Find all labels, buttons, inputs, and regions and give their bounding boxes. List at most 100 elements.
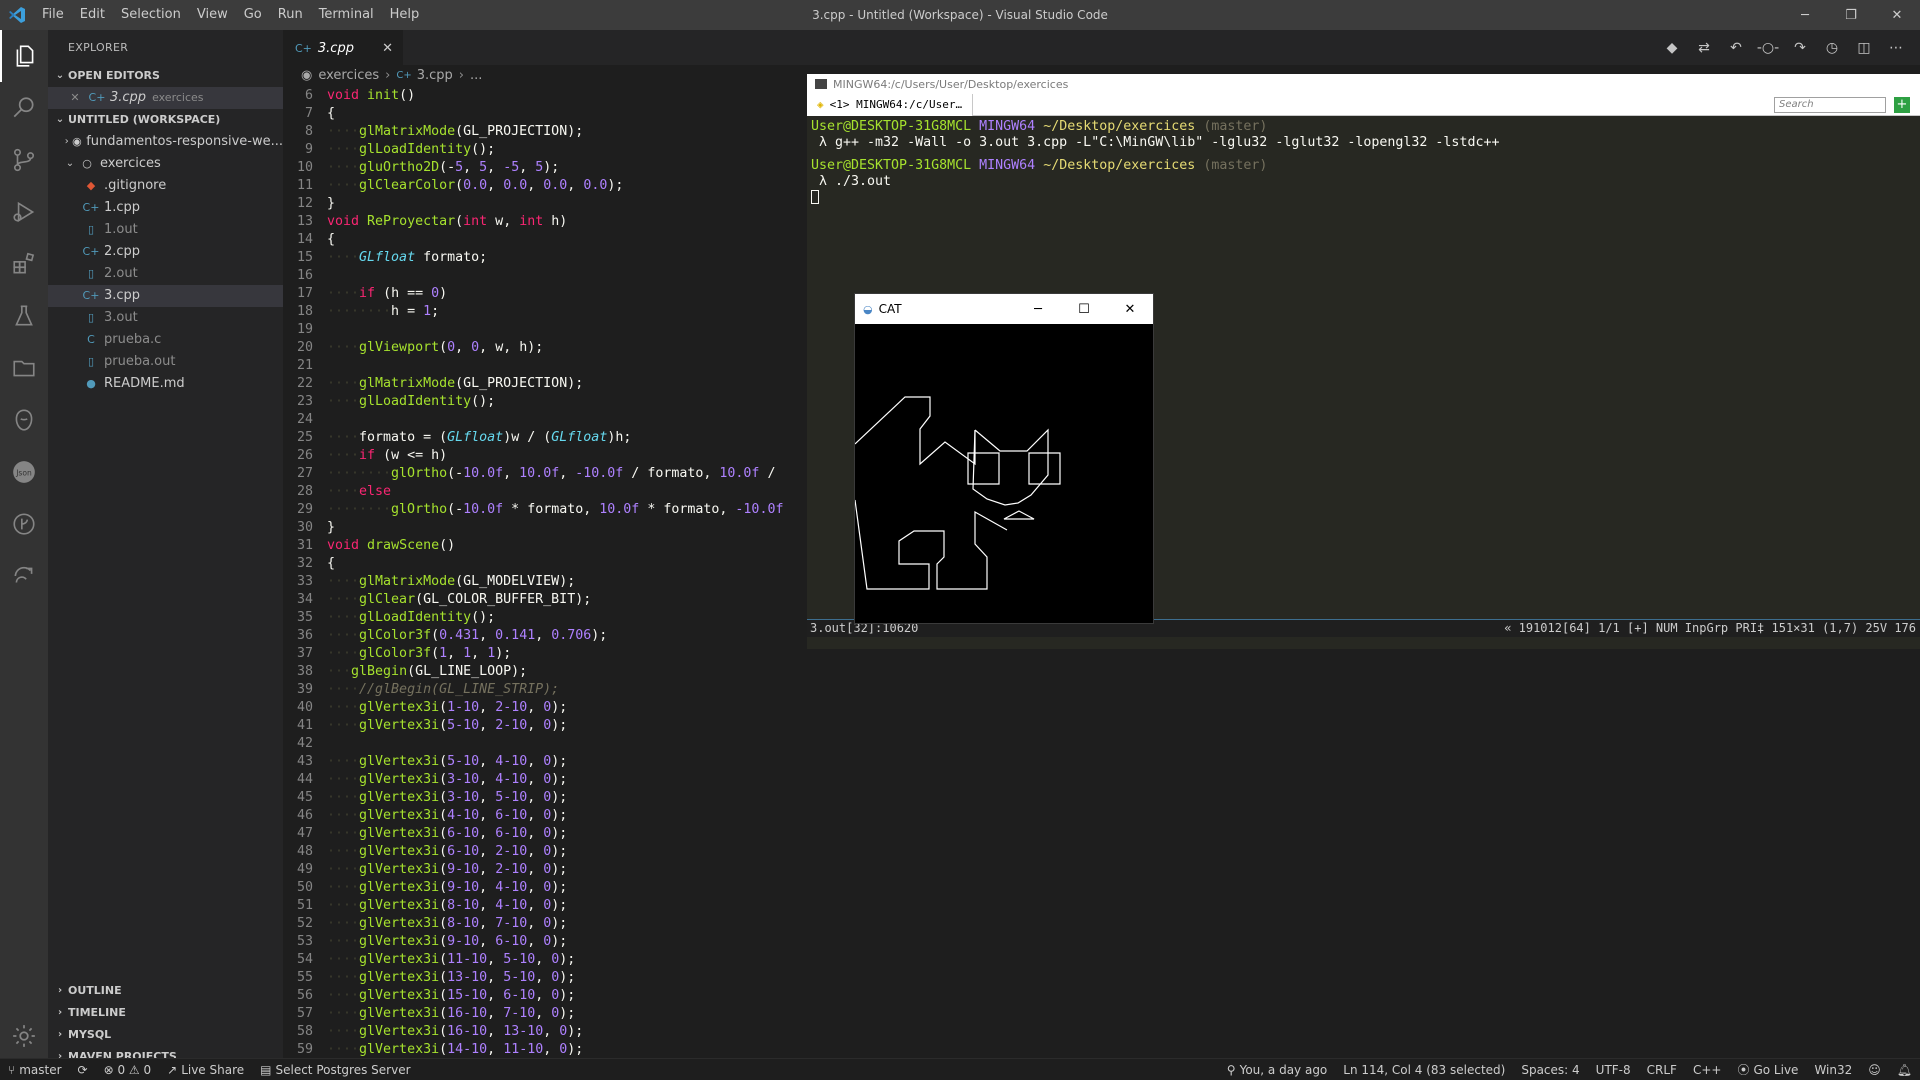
- minimize-button[interactable]: ─: [1015, 294, 1061, 324]
- line-source: ····formato = (GLfloat)w / (GLfloat)h;: [327, 430, 632, 445]
- encoding[interactable]: UTF-8: [1588, 1061, 1639, 1078]
- json-icon[interactable]: Json: [0, 446, 48, 498]
- live-share-button[interactable]: ↗ Live Share: [159, 1063, 252, 1077]
- git-graph-icon[interactable]: [0, 498, 48, 550]
- cursor-position[interactable]: Ln 114, Col 4 (83 selected): [1335, 1061, 1513, 1078]
- tree-item-gitignore[interactable]: ◆ .gitignore: [48, 175, 283, 197]
- outline-section[interactable]: › OUTLINE: [48, 980, 283, 1002]
- indentation[interactable]: Spaces: 4: [1513, 1061, 1587, 1078]
- open-editors-section[interactable]: ⌄ OPEN EDITORS: [48, 65, 283, 87]
- git-blame[interactable]: ⚲ You, a day ago: [1219, 1061, 1335, 1078]
- tree-item-pruebac[interactable]: C prueba.c: [48, 329, 283, 351]
- cpp-icon: C+: [82, 245, 100, 258]
- platform[interactable]: Win32: [1806, 1061, 1860, 1078]
- end-of-line[interactable]: CRLF: [1639, 1061, 1685, 1078]
- maximize-button[interactable]: ☐: [1061, 294, 1107, 324]
- tree-item-1out[interactable]: ▯ 1.out: [48, 219, 283, 241]
- menu-go[interactable]: Go: [236, 0, 270, 30]
- lambda-icon: ◈: [817, 98, 824, 111]
- mysql-section[interactable]: › MYSQL: [48, 1024, 283, 1046]
- menu-file[interactable]: File: [34, 0, 72, 30]
- sync-icon[interactable]: ⟳: [70, 1063, 96, 1077]
- diamond-icon[interactable]: ◆: [1656, 40, 1688, 56]
- compare-icon[interactable]: ⇄: [1688, 40, 1720, 56]
- testing-icon[interactable]: [0, 290, 48, 342]
- split-editor-icon[interactable]: ◫: [1848, 40, 1880, 56]
- line-number: 35: [296, 610, 313, 625]
- tree-item-1cpp[interactable]: C+ 1.cpp: [48, 197, 283, 219]
- explorer-icon[interactable]: [0, 30, 48, 82]
- line-number: 12: [296, 196, 313, 211]
- extensions-icon[interactable]: [0, 238, 48, 290]
- tree-item-3cpp[interactable]: C+ 3.cpp: [48, 285, 283, 307]
- bell-icon[interactable]: 🔔︎: [1889, 1061, 1920, 1078]
- branch-indicator[interactable]: ⑂ master: [0, 1063, 70, 1077]
- go-back-icon[interactable]: ↶: [1720, 40, 1752, 56]
- close-window-button[interactable]: ✕: [1874, 0, 1920, 30]
- timeline-section[interactable]: › TIMELINE: [48, 1002, 283, 1024]
- commit-icon[interactable]: -○-: [1752, 40, 1784, 56]
- tree-item-2cpp[interactable]: C+ 2.cpp: [48, 241, 283, 263]
- close-icon[interactable]: ✕: [382, 41, 393, 56]
- remote-explorer-icon[interactable]: [0, 342, 48, 394]
- problems-indicator[interactable]: ⊗ 0 ⚠ 0: [96, 1063, 160, 1077]
- terminal-search-input[interactable]: Search: [1774, 97, 1886, 113]
- code-line: 34 ····glClear(GL_COLOR_BUFFER_BIT);: [283, 591, 803, 609]
- close-window-button[interactable]: ✕: [1107, 294, 1153, 324]
- code-line: 15 ····GLfloat formato;: [283, 249, 803, 267]
- menu-run[interactable]: Run: [270, 0, 311, 30]
- cpp-icon: C+: [295, 41, 312, 55]
- minimize-button[interactable]: ─: [1782, 0, 1828, 30]
- tab-3cpp[interactable]: C+ 3.cpp ✕: [283, 30, 403, 65]
- source-control-icon[interactable]: [0, 134, 48, 186]
- new-console-button[interactable]: +: [1894, 97, 1910, 113]
- menu-help[interactable]: Help: [382, 0, 428, 30]
- code-line: 10 ····gluOrtho2D(-5, 5, -5, 5);: [283, 159, 803, 177]
- tree-item-2out[interactable]: ▯ 2.out: [48, 263, 283, 285]
- code-line: 13 void ReProyectar(int w, int h): [283, 213, 803, 231]
- command-line: λ ./3.out: [811, 174, 892, 189]
- chevron-right-icon: ›: [64, 136, 69, 147]
- code-line: 8 ····glMatrixMode(GL_PROJECTION);: [283, 123, 803, 141]
- gear-icon[interactable]: [0, 1010, 48, 1062]
- code-line: 32 {: [283, 555, 803, 573]
- go-forward-icon[interactable]: ↷: [1784, 40, 1816, 56]
- tree-item-3out[interactable]: ▯ 3.out: [48, 307, 283, 329]
- prompt-user: User@DESKTOP-31G8MCL: [811, 119, 972, 134]
- workspace-section[interactable]: ⌄ UNTITLED (WORKSPACE): [48, 109, 283, 131]
- line-source: ····glVertex3i(15-10, 6-10, 0);: [327, 988, 576, 1003]
- more-actions-icon[interactable]: ⋯: [1880, 40, 1912, 56]
- live-share-icon[interactable]: [0, 550, 48, 602]
- terminal-tab[interactable]: ◈ <1> MINGW64:/c/User…: [807, 93, 974, 116]
- breadcrumb-file[interactable]: 3.cpp: [417, 65, 453, 87]
- feedback-icon[interactable]: ☺: [1860, 1061, 1889, 1078]
- close-icon[interactable]: ✕: [66, 87, 84, 109]
- open-editors-label: OPEN EDITORS: [68, 69, 160, 82]
- breadcrumb-folder[interactable]: exercices: [318, 65, 379, 87]
- menu-view[interactable]: View: [189, 0, 236, 30]
- menu-selection[interactable]: Selection: [113, 0, 189, 30]
- code-editor[interactable]: 6 void init() 7{8 ····glMatrixMode(GL_PROJE…: [283, 87, 803, 1068]
- language-mode[interactable]: C++: [1685, 1061, 1730, 1078]
- title-bar: File Edit Selection View Go Run Terminal…: [0, 0, 1920, 30]
- tree-item-fundamentos[interactable]: › ◉ fundamentos-responsive-we...: [48, 131, 283, 153]
- tree-item-pruebaout[interactable]: ▯ prueba.out: [48, 351, 283, 373]
- postgres-server-button[interactable]: ▤ Select Postgres Server: [252, 1063, 418, 1077]
- restore-button[interactable]: ❐: [1828, 0, 1874, 30]
- line-number: 19: [296, 322, 313, 337]
- menu-edit[interactable]: Edit: [72, 0, 113, 30]
- tree-item-readme[interactable]: ● README.md: [48, 373, 283, 395]
- run-debug-icon[interactable]: [0, 186, 48, 238]
- cat-window[interactable]: ◒ CAT ─ ☐ ✕: [854, 293, 1154, 624]
- search-icon[interactable]: [0, 82, 48, 134]
- line-source: }: [327, 196, 336, 211]
- menu-terminal[interactable]: Terminal: [311, 0, 382, 30]
- database-icon[interactable]: [0, 394, 48, 446]
- timeline-icon[interactable]: ◷: [1816, 40, 1848, 56]
- line-number: 13: [296, 214, 313, 229]
- tree-item-exercices[interactable]: ⌄ ○ exercices: [48, 153, 283, 175]
- go-live-button[interactable]: ⦿ Go Live: [1729, 1061, 1806, 1078]
- open-editor-item[interactable]: ✕ C+ 3.cpp exercices: [48, 87, 283, 109]
- breadcrumb-symbol[interactable]: ...: [470, 65, 482, 87]
